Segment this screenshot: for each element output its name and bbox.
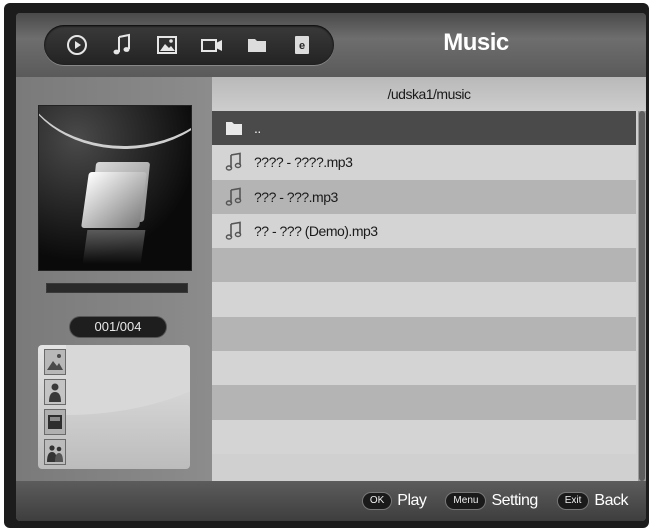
photo-icon[interactable]	[153, 31, 181, 59]
folder-icon	[224, 118, 244, 138]
play-circle-icon[interactable]	[63, 31, 91, 59]
media-player-screen: e Music 001/004 /udska1/music .. ???? - …	[16, 13, 646, 521]
scrollbar[interactable]	[638, 111, 646, 481]
hint-play[interactable]: OK Play	[362, 492, 427, 510]
file-name: ?? - ??? (Demo).mp3	[254, 223, 378, 240]
hint-back[interactable]: Exit Back	[557, 492, 628, 510]
remote-key-badge: Exit	[557, 493, 589, 509]
thumbnail-panel	[38, 345, 190, 469]
file-list-item[interactable]	[212, 248, 636, 283]
people-icon[interactable]	[44, 439, 66, 465]
hint-label: Play	[397, 492, 427, 509]
file-list-item[interactable]: ??? - ???.mp3	[212, 179, 636, 214]
remote-key-badge: OK	[362, 493, 392, 509]
person-icon[interactable]	[44, 379, 66, 405]
folder-icon[interactable]	[243, 31, 271, 59]
top-bar: e Music	[16, 13, 646, 77]
remote-key-badge: Menu	[446, 493, 486, 509]
svg-text:e: e	[298, 40, 304, 52]
file-list-item[interactable]	[212, 316, 636, 352]
scrollbar-thumb[interactable]	[639, 111, 645, 481]
file-name: ???? - ????.mp3	[254, 154, 353, 171]
hint-label: Back	[594, 492, 628, 509]
page-title: Music	[443, 29, 509, 56]
file-list-item[interactable]	[212, 351, 636, 386]
file-name: ??? - ???.mp3	[254, 188, 338, 205]
music-note-icon	[224, 152, 244, 172]
hint-label: Setting	[491, 492, 538, 509]
album-art	[38, 105, 192, 271]
e-book-icon[interactable]: e	[288, 31, 316, 59]
preview-panel: 001/004	[16, 77, 212, 481]
file-list-item[interactable]	[212, 282, 636, 317]
key-hint-bar: OK Play Menu Setting Exit Back	[16, 481, 646, 521]
file-list-item[interactable]: ..	[212, 111, 636, 146]
file-list-item[interactable]: ???? - ????.mp3	[212, 145, 636, 180]
music-note-icon[interactable]	[108, 31, 136, 59]
file-counter: 001/004	[70, 317, 166, 337]
music-note-icon	[224, 221, 244, 241]
drive-icon[interactable]	[44, 409, 66, 435]
tv-frame: e Music 001/004 /udska1/music .. ???? - …	[4, 3, 649, 528]
playback-progress-bar	[46, 283, 188, 293]
file-list-item[interactable]	[212, 385, 636, 420]
media-type-nav: e	[44, 25, 334, 65]
photo-icon[interactable]	[44, 349, 66, 375]
music-note-icon	[224, 187, 244, 207]
file-list-item[interactable]	[212, 419, 636, 454]
file-list: .. ???? - ????.mp3 ??? - ???.mp3 ?? - ??? (…	[212, 111, 636, 481]
video-camera-icon[interactable]	[198, 31, 226, 59]
hint-setting[interactable]: Menu Setting	[446, 492, 538, 510]
file-list-item[interactable]: ?? - ??? (Demo).mp3	[212, 213, 636, 249]
file-name: ..	[254, 120, 261, 137]
current-path: /udska1/music	[212, 77, 646, 111]
file-browser: /udska1/music .. ???? - ????.mp3 ??? - ???…	[212, 77, 646, 481]
